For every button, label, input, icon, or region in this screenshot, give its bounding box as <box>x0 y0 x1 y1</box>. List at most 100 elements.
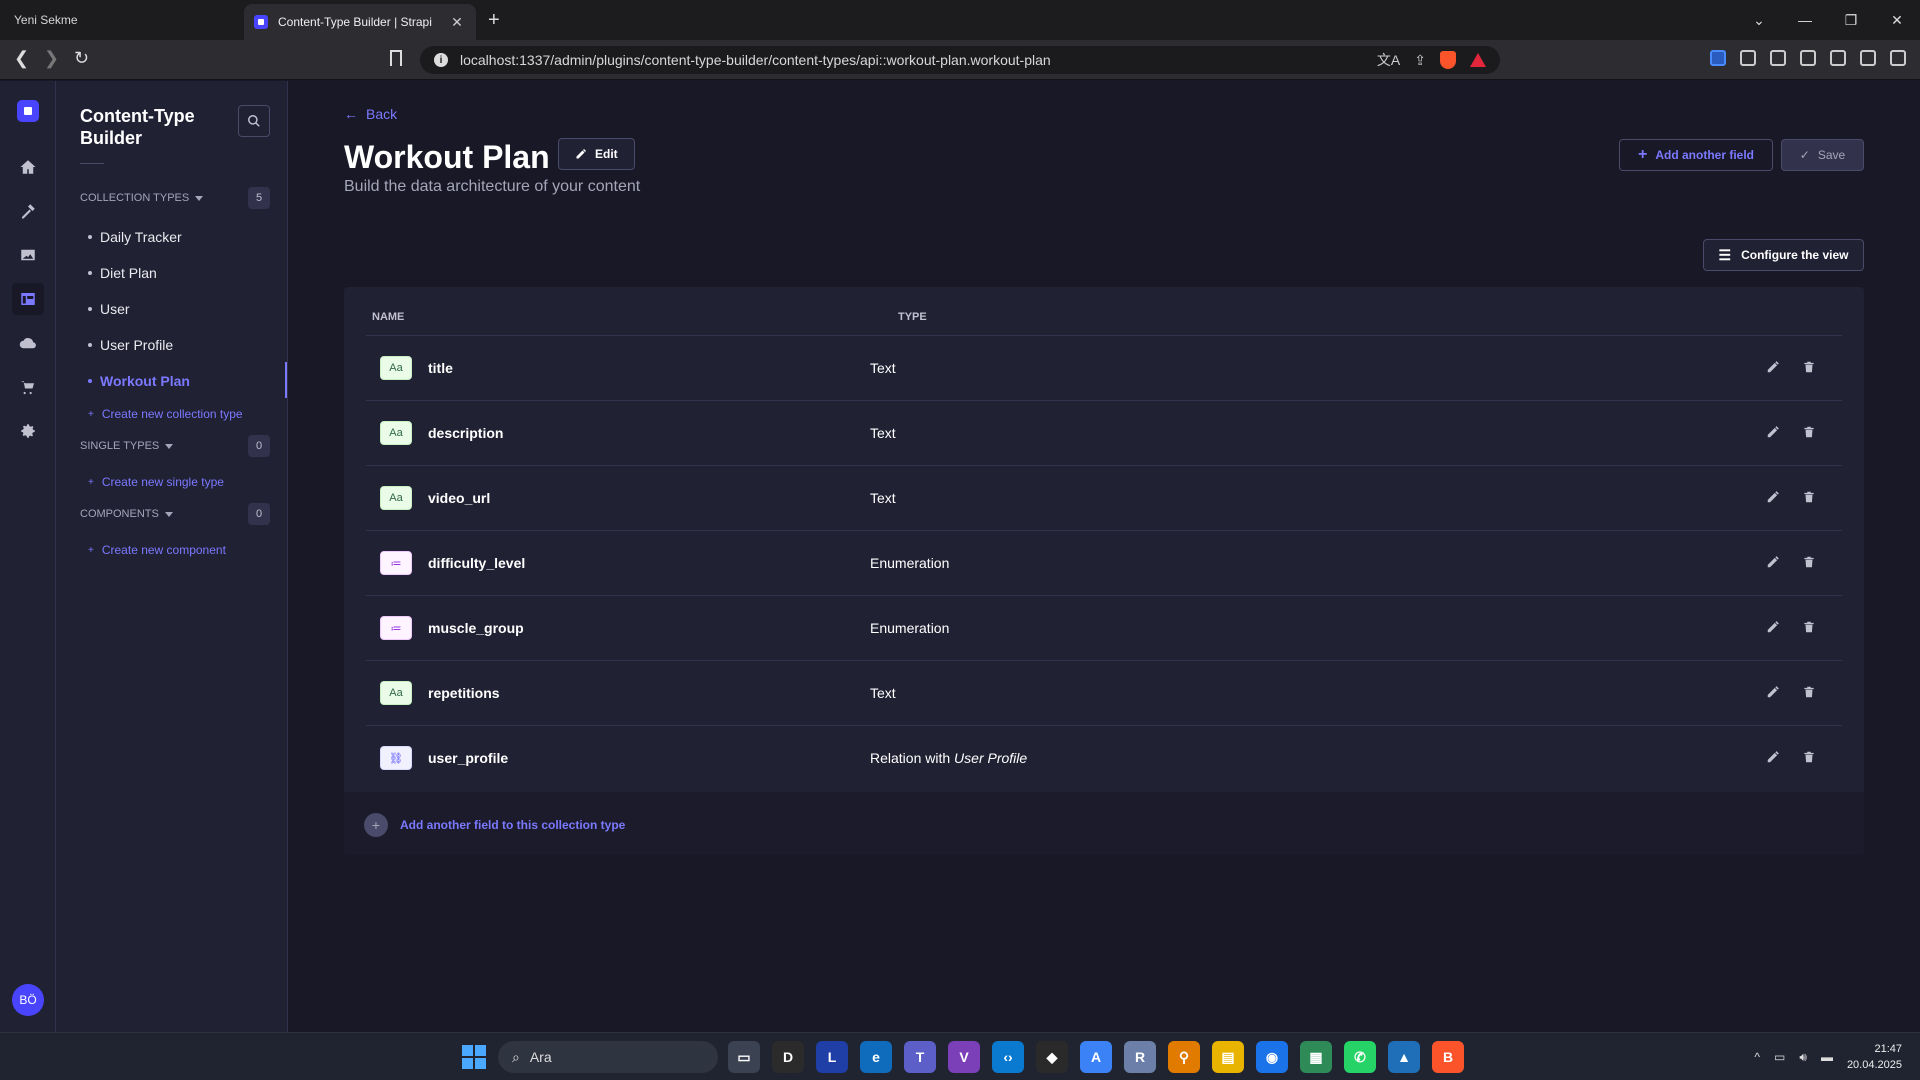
add-field-footer[interactable]: + Add another field to this collection t… <box>344 792 1864 855</box>
strapi-logo-icon[interactable] <box>17 100 39 122</box>
translate-icon[interactable]: 文A <box>1377 50 1400 70</box>
teams-icon[interactable]: T <box>904 1041 936 1073</box>
search-app-icon[interactable]: ⚲ <box>1168 1041 1200 1073</box>
trash-icon[interactable] <box>1802 490 1818 506</box>
trash-icon[interactable] <box>1802 750 1818 766</box>
content-manager-icon[interactable] <box>12 195 44 227</box>
cloud-icon[interactable] <box>12 327 44 359</box>
table-row[interactable]: Aa description Text <box>366 401 1842 466</box>
media-library-icon[interactable] <box>12 239 44 271</box>
configure-view-button[interactable]: ☰ Configure the view <box>1703 239 1864 271</box>
create-component-link[interactable]: + Create new component <box>88 543 226 557</box>
back-arrow-icon[interactable]: ❮ <box>14 48 29 69</box>
leo-ai-icon[interactable] <box>1830 50 1846 66</box>
save-button[interactable]: ✓ Save <box>1781 139 1864 171</box>
whatsapp-icon[interactable]: ✆ <box>1344 1041 1376 1073</box>
url-text[interactable]: localhost:1337/admin/plugins/content-typ… <box>460 52 1377 68</box>
share-icon[interactable]: ⇪ <box>1414 52 1426 69</box>
sidebar-item-user-profile[interactable]: User Profile <box>88 337 173 353</box>
trash-icon[interactable] <box>1802 425 1818 441</box>
trash-icon[interactable] <box>1802 360 1818 376</box>
file-explorer-icon[interactable]: ▤ <box>1212 1041 1244 1073</box>
taskbar-search[interactable]: ⌕ Ara <box>498 1041 718 1073</box>
content-type-builder-icon[interactable] <box>12 283 44 315</box>
edit-field-icon[interactable] <box>1766 750 1782 766</box>
table-row[interactable]: Aa title Text <box>366 336 1842 401</box>
menu-icon[interactable] <box>1890 50 1906 66</box>
chevron-up-icon[interactable]: ^ <box>1754 1050 1760 1064</box>
sidebar-item-user[interactable]: User <box>88 301 130 317</box>
site-info-icon[interactable]: i <box>434 53 448 67</box>
edit-button[interactable]: Edit <box>558 138 635 170</box>
edit-field-icon[interactable] <box>1766 490 1782 506</box>
marketplace-icon[interactable] <box>12 371 44 403</box>
brave-rewards-icon[interactable] <box>1470 53 1486 67</box>
home-icon[interactable] <box>12 151 44 183</box>
visual-studio-icon[interactable]: V <box>948 1041 980 1073</box>
url-field[interactable]: i localhost:1337/admin/plugins/content-t… <box>420 46 1500 74</box>
field-type: Enumeration <box>870 555 950 571</box>
edit-field-icon[interactable] <box>1766 685 1782 701</box>
table-row[interactable]: ≔ muscle_group Enumeration <box>366 596 1842 661</box>
vscode-icon[interactable]: ‹› <box>992 1041 1024 1073</box>
table-row[interactable]: Aa video_url Text <box>366 466 1842 531</box>
create-collection-type-link[interactable]: + Create new collection type <box>88 407 243 421</box>
user-avatar[interactable]: BÖ <box>12 984 44 1016</box>
components-toggle[interactable]: Components <box>80 508 173 520</box>
close-window-icon[interactable]: ✕ <box>1874 12 1920 29</box>
app-a-icon[interactable]: A <box>1080 1041 1112 1073</box>
edit-field-icon[interactable] <box>1766 360 1782 376</box>
task-view-icon[interactable]: ▭ <box>728 1041 760 1073</box>
brave-shields-icon[interactable] <box>1440 51 1456 69</box>
sidebar-item-diet-plan[interactable]: Diet Plan <box>88 265 157 281</box>
network-icon[interactable]: ▭ <box>1774 1050 1785 1064</box>
sidebar-item-daily-tracker[interactable]: Daily Tracker <box>88 229 182 245</box>
translate-extension-icon[interactable] <box>1710 50 1726 66</box>
restore-icon[interactable]: ❐ <box>1828 12 1874 29</box>
vpn-icon[interactable] <box>1860 50 1876 66</box>
settings-gear-icon[interactable] <box>12 415 44 447</box>
extensions-icon[interactable] <box>1740 50 1756 66</box>
brave-icon[interactable]: B <box>1432 1041 1464 1073</box>
close-tab-icon[interactable]: ✕ <box>448 14 466 31</box>
tab-new-tab[interactable]: Yeni Sekme <box>0 0 240 40</box>
edit-field-icon[interactable] <box>1766 555 1782 571</box>
volume-icon[interactable]: 🔊︎ <box>1799 1050 1807 1065</box>
new-tab-icon[interactable]: + <box>488 9 500 32</box>
table-row[interactable]: Aa repetitions Text <box>366 661 1842 726</box>
subnav-search-button[interactable] <box>238 105 270 137</box>
tab-strapi[interactable]: Content-Type Builder | Strapi ✕ <box>244 4 476 40</box>
chrome-icon[interactable]: ◉ <box>1256 1041 1288 1073</box>
field-name: difficulty_level <box>428 555 526 571</box>
add-another-field-button[interactable]: + Add another field <box>1619 139 1773 171</box>
trash-icon[interactable] <box>1802 685 1818 701</box>
sidebar-item-workout-plan[interactable]: Workout Plan <box>88 373 190 389</box>
minimize-icon[interactable]: — <box>1782 12 1828 28</box>
wallet-icon[interactable] <box>1800 50 1816 66</box>
battery-icon[interactable]: ▬ <box>1821 1050 1833 1064</box>
app-blue-icon[interactable]: ▲ <box>1388 1041 1420 1073</box>
forward-arrow-icon[interactable]: ❯ <box>44 48 59 69</box>
windows-start-icon[interactable] <box>462 1045 486 1069</box>
edge-icon[interactable]: e <box>860 1041 892 1073</box>
app-green-icon[interactable]: ▦ <box>1300 1041 1332 1073</box>
edit-field-icon[interactable] <box>1766 425 1782 441</box>
table-row[interactable]: ≔ difficulty_level Enumeration <box>366 531 1842 596</box>
trash-icon[interactable] <box>1802 620 1818 636</box>
reload-icon[interactable]: ↻ <box>74 48 89 69</box>
create-single-type-link[interactable]: + Create new single type <box>88 475 224 489</box>
table-row[interactable]: ⛓ user_profile Relation with User Profil… <box>366 726 1842 791</box>
app-r-icon[interactable]: R <box>1124 1041 1156 1073</box>
collection-types-toggle[interactable]: Collection types <box>80 192 204 204</box>
clock[interactable]: 21:47 20.04.2025 <box>1847 1041 1902 1073</box>
back-link[interactable]: ← Back <box>344 106 397 122</box>
edit-field-icon[interactable] <box>1766 620 1782 636</box>
sidebar-icon[interactable] <box>1770 50 1786 66</box>
app-d-icon[interactable]: D <box>772 1041 804 1073</box>
app-dark-icon[interactable]: ◆ <box>1036 1041 1068 1073</box>
single-types-toggle[interactable]: Single types <box>80 440 174 452</box>
tab-search-icon[interactable]: ⌄ <box>1736 12 1782 29</box>
trash-icon[interactable] <box>1802 555 1818 571</box>
app-l-icon[interactable]: L <box>816 1041 848 1073</box>
bookmark-icon[interactable] <box>390 50 402 66</box>
